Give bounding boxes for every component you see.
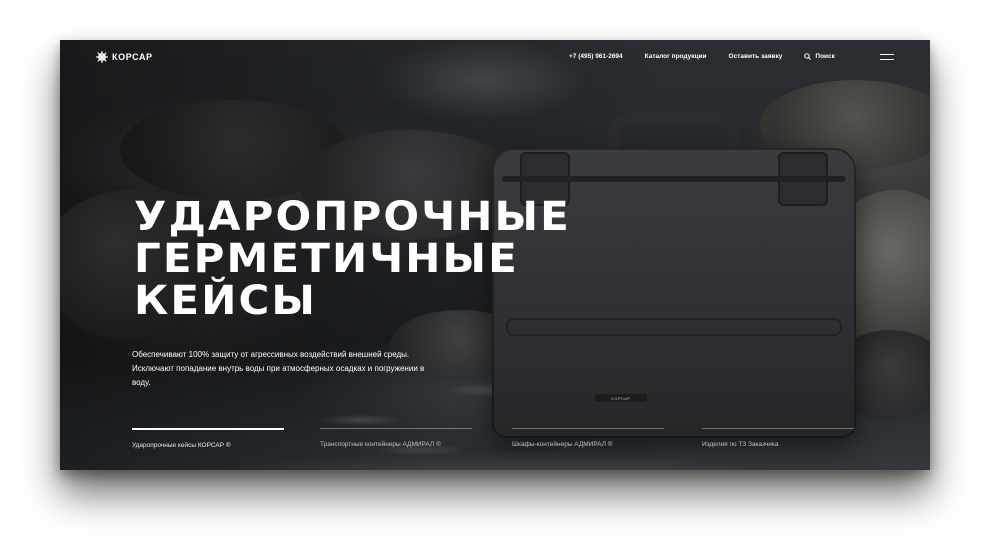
tab-label: Ударопрочные кейсы КОРСАР ® xyxy=(132,441,231,449)
search-button[interactable]: Поиск xyxy=(804,53,835,60)
hero-title-line: УДАРОПРОЧНЫЕ xyxy=(134,194,571,240)
tab-indicator xyxy=(132,428,284,430)
catalog-link[interactable]: Каталог продукции xyxy=(645,53,707,60)
search-icon xyxy=(804,53,812,60)
search-label: Поиск xyxy=(815,53,835,60)
case-brand-text: КОРСАР xyxy=(611,395,631,401)
hero-description: Обеспечивают 100% защиту от агрессивных … xyxy=(132,350,425,387)
case-lid-seam xyxy=(502,176,846,182)
tab-cabinet-containers[interactable]: Шкафы-контейнеры АДМИРАЛ ® xyxy=(512,428,664,448)
top-navigation: +7 (495) 961-2694 Каталог продукции Оста… xyxy=(569,53,835,60)
tab-label: Транспортные контейнеры АДМИРАЛ ® xyxy=(320,441,441,448)
brand-name: КОРСАР xyxy=(112,52,153,62)
tab-indicator xyxy=(702,428,854,429)
tab-label: Шкафы-контейнеры АДМИРАЛ ® xyxy=(512,441,613,448)
tab-indicator xyxy=(512,428,664,429)
menu-line xyxy=(880,58,894,60)
request-link[interactable]: Оставить заявку xyxy=(729,53,783,60)
hero-title-line: КЕЙСЫ xyxy=(134,278,318,324)
logo[interactable]: КОРСАР xyxy=(96,51,153,63)
hero-title: УДАРОПРОЧНЫЕ ГЕРМЕТИЧНЫЕ КЕЙСЫ xyxy=(134,196,571,322)
tab-cases[interactable]: Ударопрочные кейсы КОРСАР ® xyxy=(132,428,284,449)
tab-custom-products[interactable]: Изделия по ТЗ Заказчика xyxy=(702,428,854,448)
menu-line xyxy=(880,54,894,56)
ship-wheel-icon xyxy=(96,51,108,63)
tab-transport-containers[interactable]: Транспортные контейнеры АДМИРАЛ ® xyxy=(320,428,472,448)
tab-label: Изделия по ТЗ Заказчика xyxy=(702,441,779,448)
hamburger-menu-icon[interactable] xyxy=(880,54,894,60)
category-tabs: Ударопрочные кейсы КОРСАР ® Транспортные… xyxy=(132,428,906,458)
hero-section: КОРСАР КОРСАР +7 (495) 961-2694 Каталог … xyxy=(60,40,930,470)
case-brand-plate: КОРСАР xyxy=(595,394,647,402)
tab-indicator xyxy=(320,428,472,429)
hero-title-line: ГЕРМЕТИЧНЫЕ xyxy=(134,236,519,282)
phone-link[interactable]: +7 (495) 961-2694 xyxy=(569,53,623,60)
